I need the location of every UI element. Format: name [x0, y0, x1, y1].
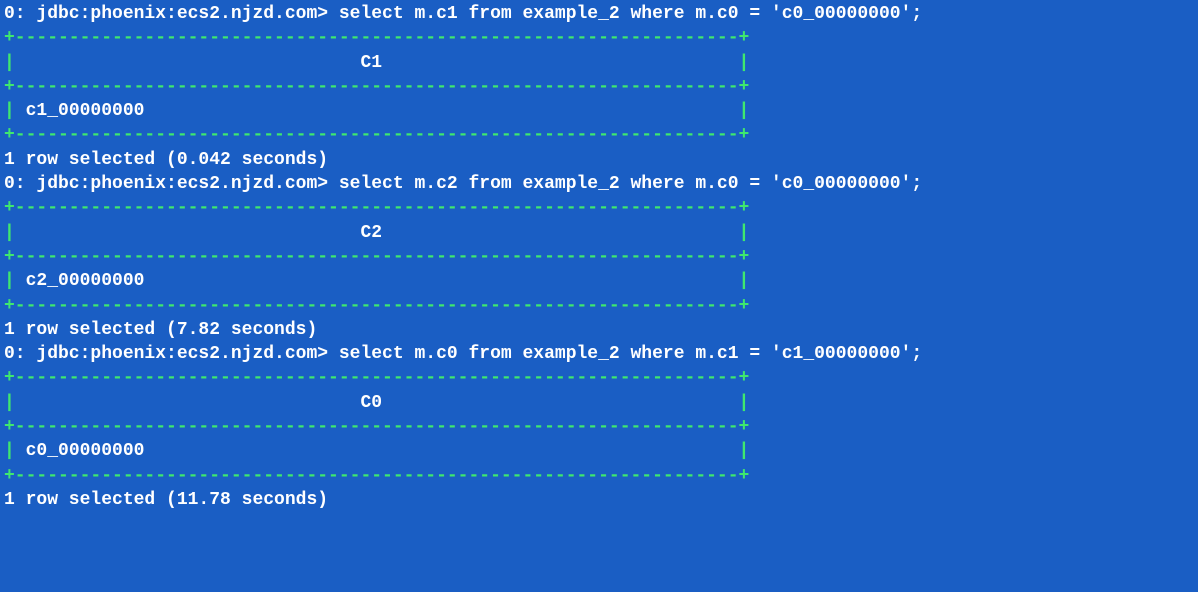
table-pipe: |	[739, 53, 750, 73]
table-header-row: | C1 |	[4, 51, 1194, 75]
table-border-bottom: +---------------------------------------…	[4, 123, 1194, 147]
table-pipe: |	[4, 393, 15, 413]
table-data-row: | c2_00000000 |	[4, 269, 1194, 293]
table-data-row: | c1_00000000 |	[4, 99, 1194, 123]
table-header-pad	[382, 393, 738, 413]
table-border-mid: +---------------------------------------…	[4, 75, 1194, 99]
table-cell-value: c2_00000000	[15, 271, 739, 291]
query-status: 1 row selected (7.82 seconds)	[4, 318, 1194, 342]
table-header-row: | C2 |	[4, 221, 1194, 245]
table-header-pad	[382, 53, 738, 73]
table-border-mid: +---------------------------------------…	[4, 245, 1194, 269]
table-column-header: C1	[360, 53, 382, 73]
table-pipe: |	[739, 441, 750, 461]
table-border-bottom: +---------------------------------------…	[4, 464, 1194, 488]
table-header-pad	[15, 223, 361, 243]
sql-prompt-line: 0: jdbc:phoenix:ecs2.njzd.com> select m.…	[4, 172, 1194, 196]
table-pipe: |	[4, 223, 15, 243]
table-border-top: +---------------------------------------…	[4, 26, 1194, 50]
table-pipe: |	[739, 393, 750, 413]
table-border-bottom: +---------------------------------------…	[4, 294, 1194, 318]
table-data-row: | c0_00000000 |	[4, 439, 1194, 463]
table-pipe: |	[4, 101, 15, 121]
table-cell-value: c1_00000000	[15, 101, 739, 121]
table-pipe: |	[4, 53, 15, 73]
table-pipe: |	[739, 271, 750, 291]
table-pipe: |	[739, 223, 750, 243]
table-header-pad	[382, 223, 738, 243]
table-pipe: |	[739, 101, 750, 121]
table-border-top: +---------------------------------------…	[4, 366, 1194, 390]
table-pipe: |	[4, 441, 15, 461]
table-border-mid: +---------------------------------------…	[4, 415, 1194, 439]
table-border-top: +---------------------------------------…	[4, 196, 1194, 220]
table-header-pad	[15, 53, 361, 73]
terminal-output: 0: jdbc:phoenix:ecs2.njzd.com> select m.…	[4, 2, 1194, 512]
table-header-pad	[15, 393, 361, 413]
sql-prompt-line: 0: jdbc:phoenix:ecs2.njzd.com> select m.…	[4, 342, 1194, 366]
table-cell-value: c0_00000000	[15, 441, 739, 461]
table-column-header: C0	[360, 393, 382, 413]
sql-prompt-line: 0: jdbc:phoenix:ecs2.njzd.com> select m.…	[4, 2, 1194, 26]
table-header-row: | C0 |	[4, 391, 1194, 415]
table-pipe: |	[4, 271, 15, 291]
query-status: 1 row selected (11.78 seconds)	[4, 488, 1194, 512]
table-column-header: C2	[360, 223, 382, 243]
query-status: 1 row selected (0.042 seconds)	[4, 148, 1194, 172]
